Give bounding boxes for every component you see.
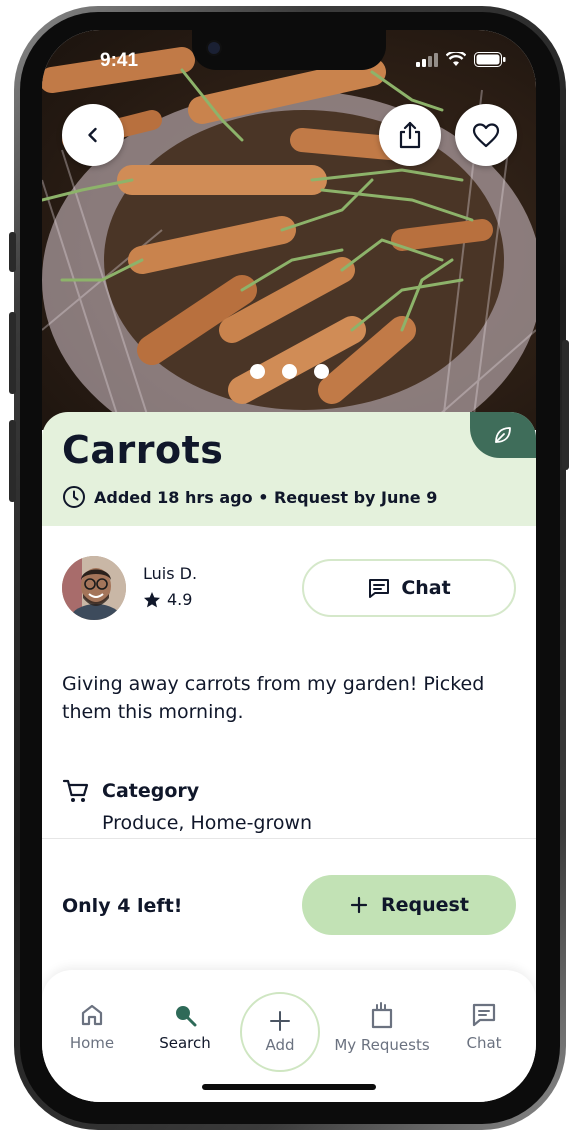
nav-item-search[interactable]: Search <box>135 1002 235 1052</box>
mute-switch <box>9 232 16 272</box>
title-panel: Carrots Added 18 hrs ago • Request by Ju… <box>42 412 536 526</box>
product-meta: Added 18 hrs ago • Request by June 9 <box>62 485 437 509</box>
chat-icon <box>472 1003 496 1027</box>
wifi-icon <box>446 52 466 66</box>
nav-item-add[interactable]: Add <box>240 992 320 1072</box>
status-time: 9:41 <box>100 50 139 71</box>
shopping-cart-icon <box>62 779 89 802</box>
home-indicator[interactable] <box>202 1084 376 1090</box>
chat-button[interactable]: Chat <box>302 559 516 617</box>
product-description: Giving away carrots from my garden! Pick… <box>62 673 485 723</box>
nav-item-home[interactable]: Home <box>42 1002 142 1052</box>
heart-icon <box>472 123 500 148</box>
home-icon <box>81 1004 103 1026</box>
status-icons <box>416 52 506 67</box>
carousel-dots <box>42 364 536 379</box>
volume-down-button <box>9 420 16 502</box>
nav-label: My Requests <box>334 1036 430 1054</box>
carousel-dot[interactable] <box>249 364 265 379</box>
rating-value: 4.9 <box>167 590 193 609</box>
star-icon <box>144 591 160 607</box>
eco-badge <box>470 412 536 458</box>
stock-text: Only 4 left! <box>62 895 183 917</box>
category-label: Category <box>102 780 200 802</box>
divider <box>42 838 536 839</box>
seller-photo <box>62 556 126 620</box>
chat-button-label: Chat <box>401 577 451 599</box>
nav-label: Home <box>69 1034 115 1052</box>
nav-label: Add <box>265 1036 295 1054</box>
plus-icon <box>350 896 368 914</box>
chat-icon <box>369 579 390 598</box>
volume-up-button <box>9 312 16 394</box>
product-title: Carrots <box>62 428 224 472</box>
category-value: Produce, Home-grown <box>102 812 313 834</box>
request-button-label: Request <box>381 894 469 916</box>
search-icon <box>176 1006 197 1027</box>
plus-icon <box>270 1011 290 1031</box>
nav-label: Search <box>159 1034 211 1052</box>
nav-item-my-requests[interactable]: My Requests <box>332 1002 432 1054</box>
shopping-bag-icon <box>371 1002 393 1029</box>
carousel-dot[interactable] <box>281 364 297 379</box>
chevron-left-icon <box>88 127 97 143</box>
product-image[interactable] <box>42 30 536 430</box>
seller-rating: 4.9 <box>143 590 192 609</box>
screen: 9:41 Carrots Added 18 hrs ago • Request … <box>42 30 536 1102</box>
bottom-nav: Home Search Add My Requests Chat <box>42 970 536 1102</box>
avatar[interactable] <box>62 556 126 620</box>
nav-item-chat[interactable]: Chat <box>434 1002 534 1052</box>
clock-icon <box>63 486 85 508</box>
cellular-signal-icon <box>416 52 438 67</box>
seller-name: Luis D. <box>143 564 198 583</box>
meta-text: Added 18 hrs ago • Request by June 9 <box>94 487 438 507</box>
power-button <box>562 340 569 470</box>
favorite-button[interactable] <box>455 104 517 166</box>
back-button[interactable] <box>62 104 124 166</box>
battery-icon <box>474 52 506 67</box>
share-button[interactable] <box>379 104 441 166</box>
front-camera <box>206 40 222 56</box>
share-icon <box>399 121 421 149</box>
leaf-icon <box>495 427 511 443</box>
carousel-dot[interactable] <box>313 364 329 379</box>
request-button[interactable]: Request <box>302 875 516 935</box>
nav-label: Chat <box>466 1034 502 1052</box>
